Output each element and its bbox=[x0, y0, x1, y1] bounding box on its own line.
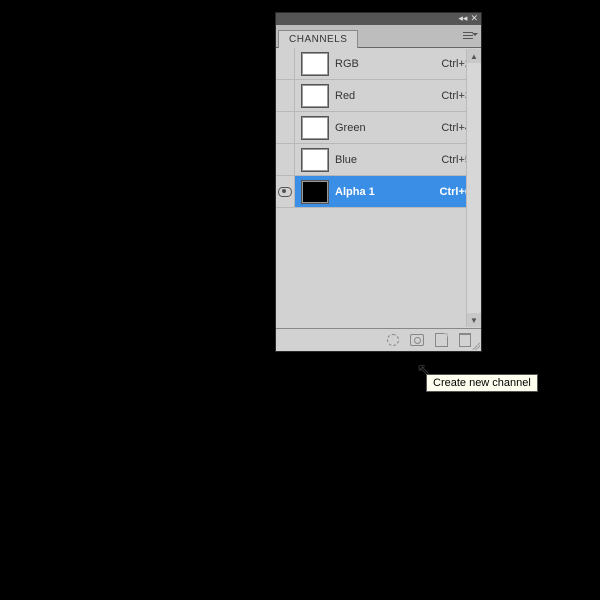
resize-grip-icon[interactable] bbox=[470, 340, 480, 350]
mouse-cursor-icon: ↖ bbox=[417, 360, 430, 380]
tab-channels[interactable]: CHANNELS bbox=[278, 30, 358, 48]
channel-thumbnail bbox=[301, 148, 329, 172]
scrollbar[interactable]: ▲ ▼ bbox=[466, 49, 481, 327]
new-channel-icon[interactable] bbox=[433, 333, 449, 347]
panel-footer bbox=[276, 328, 481, 351]
visibility-toggle[interactable] bbox=[276, 112, 295, 143]
channel-name: RGB bbox=[335, 58, 441, 70]
channel-thumbnail bbox=[301, 116, 329, 140]
channel-row[interactable]: Alpha 1Ctrl+6 bbox=[276, 176, 481, 208]
channels-panel: ◂◂ ✕ CHANNELS RGBCtrl+2RedCtrl+3GreenCtr… bbox=[275, 12, 482, 352]
channel-name: Blue bbox=[335, 154, 441, 166]
channel-name: Green bbox=[335, 122, 441, 134]
channel-name: Red bbox=[335, 90, 441, 102]
panel-titlebar[interactable]: ◂◂ ✕ bbox=[276, 13, 481, 25]
channel-row[interactable]: GreenCtrl+4 bbox=[276, 112, 481, 144]
channel-row[interactable]: BlueCtrl+5 bbox=[276, 144, 481, 176]
scroll-up-icon[interactable]: ▲ bbox=[467, 49, 481, 63]
load-selection-icon[interactable] bbox=[385, 333, 401, 347]
channel-thumbnail bbox=[301, 84, 329, 108]
channel-name: Alpha 1 bbox=[335, 186, 440, 198]
visibility-toggle[interactable] bbox=[276, 144, 295, 175]
channel-row[interactable]: RedCtrl+3 bbox=[276, 80, 481, 112]
close-icon[interactable]: ✕ bbox=[470, 14, 478, 23]
tooltip: Create new channel bbox=[426, 374, 538, 392]
visibility-toggle[interactable] bbox=[276, 80, 295, 111]
visibility-toggle[interactable] bbox=[276, 176, 295, 207]
channel-thumbnail bbox=[301, 180, 329, 204]
collapse-icon[interactable]: ◂◂ bbox=[458, 14, 467, 23]
panel-menu-icon[interactable] bbox=[463, 29, 477, 41]
eye-icon bbox=[278, 187, 292, 197]
save-selection-mask-icon[interactable] bbox=[409, 333, 425, 347]
visibility-toggle[interactable] bbox=[276, 48, 295, 79]
scroll-down-icon[interactable]: ▼ bbox=[467, 313, 481, 327]
channel-row[interactable]: RGBCtrl+2 bbox=[276, 48, 481, 80]
channel-list: RGBCtrl+2RedCtrl+3GreenCtrl+4BlueCtrl+5A… bbox=[276, 48, 481, 328]
tab-row: CHANNELS bbox=[276, 25, 481, 48]
channel-thumbnail bbox=[301, 52, 329, 76]
